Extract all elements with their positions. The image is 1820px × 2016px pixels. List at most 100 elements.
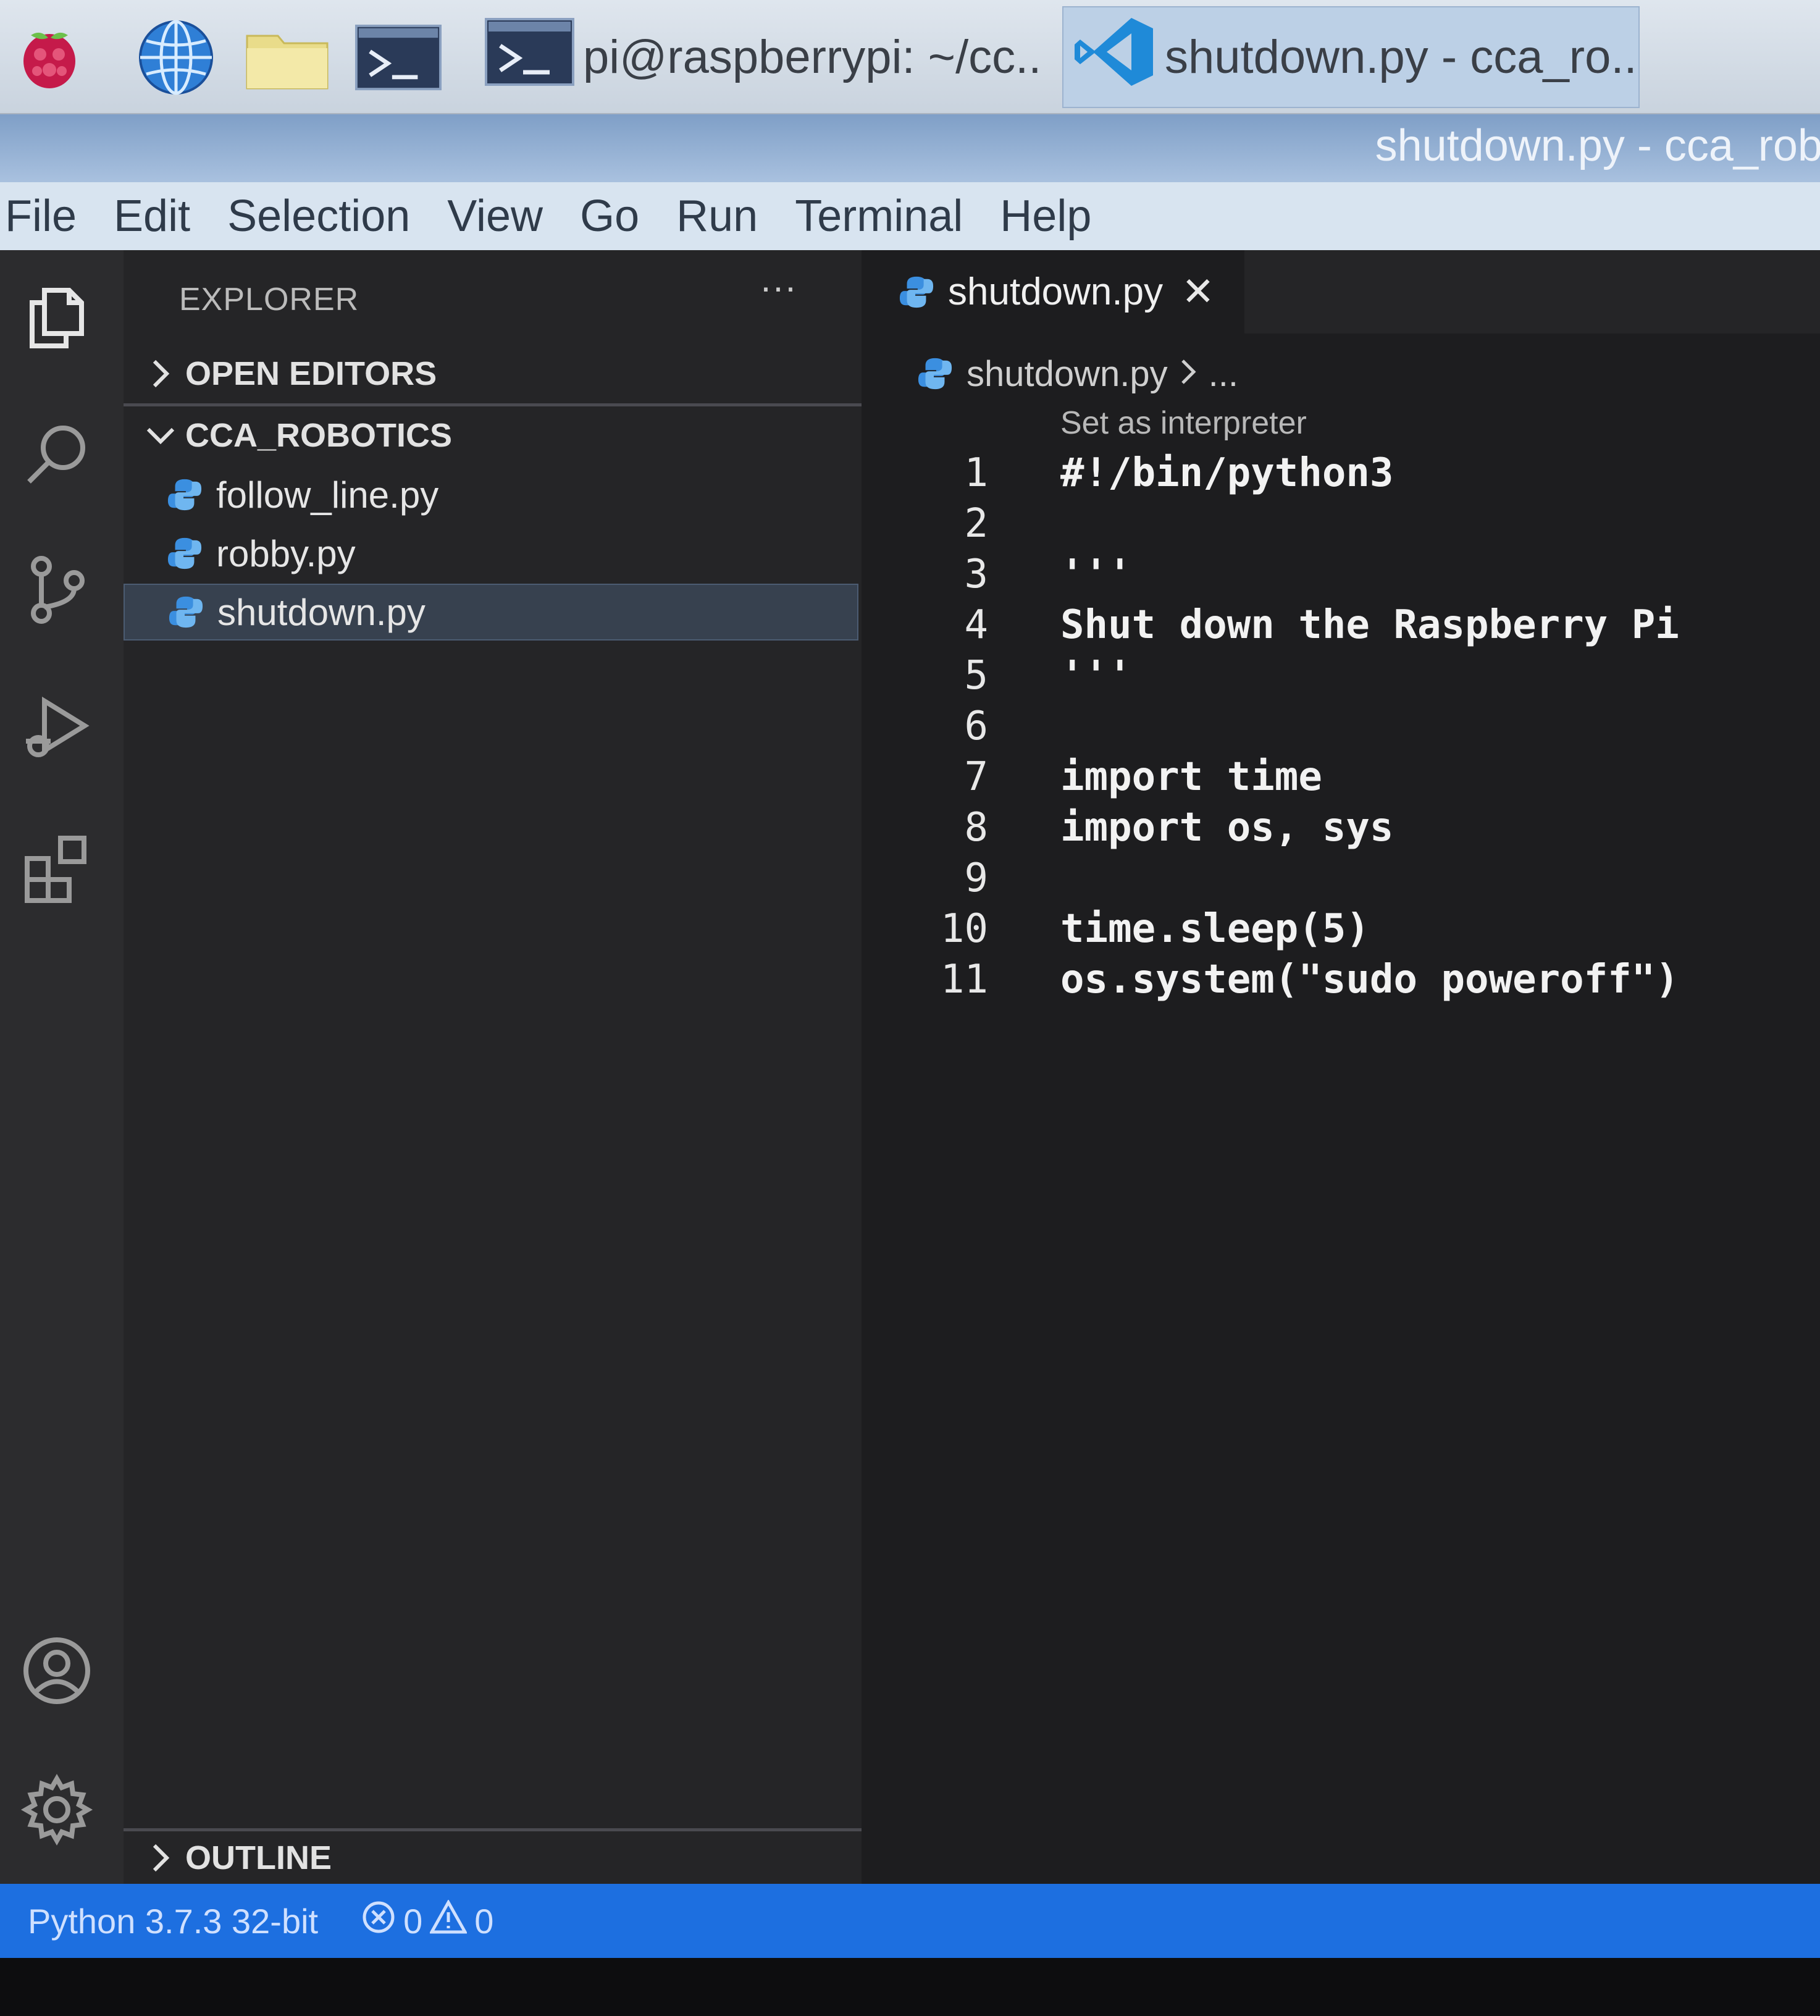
code-line: 6 (862, 701, 1820, 752)
line-number: 10 (940, 906, 988, 952)
line-text: #!/bin/python3 (1060, 450, 1394, 496)
line-number: 5 (964, 653, 988, 699)
file-name: shutdown.py (217, 591, 426, 633)
chevron-right-icon (142, 355, 179, 392)
line-number: 7 (964, 754, 988, 800)
line-number: 8 (964, 805, 988, 850)
taskbar-task-label: shutdown.py - cca_ro... (1165, 31, 1640, 83)
menu-help[interactable]: Help (1000, 191, 1091, 242)
vscode-logo-icon (1073, 15, 1156, 100)
breadcrumb-file[interactable]: shutdown.py (967, 353, 1168, 395)
taskbar-task-label: pi@raspberrypi: ~/cc... (583, 31, 1041, 83)
code-line: 5 ''' (862, 650, 1820, 701)
code-line: 11 os.system("sudo poweroff") (862, 954, 1820, 1005)
open-editors-label: OPEN EDITORS (185, 355, 437, 392)
line-number: 3 (964, 552, 988, 597)
warning-icon (429, 1899, 468, 1942)
outline-section[interactable]: OUTLINE (124, 1828, 862, 1884)
section-divider (124, 403, 862, 406)
file-manager-folder-icon[interactable] (244, 19, 330, 96)
code-line: 4 Shut down the Raspberry Pi (862, 600, 1820, 650)
line-text: Shut down the Raspberry Pi (1060, 602, 1679, 648)
menu-edit[interactable]: Edit (114, 191, 190, 242)
menu-selection[interactable]: Selection (227, 191, 410, 242)
file-item-robby[interactable]: robby.py (124, 525, 858, 582)
file-item-shutdown[interactable]: shutdown.py (124, 584, 858, 640)
line-text: import time (1060, 754, 1322, 800)
line-number: 2 (964, 501, 988, 547)
terminal-icon (485, 17, 574, 97)
python-file-icon (169, 596, 203, 628)
line-number: 4 (964, 602, 988, 648)
breadcrumb: shutdown.py ... (917, 346, 1238, 401)
chevron-down-icon (142, 417, 179, 454)
code-line: 7 import time (862, 752, 1820, 802)
line-text: import os, sys (1060, 805, 1394, 850)
menu-file[interactable]: File (5, 191, 77, 242)
raspberry-menu-icon[interactable] (6, 19, 93, 96)
file-item-follow-line[interactable]: follow_line.py (124, 466, 858, 523)
codelens-set-interpreter[interactable]: Set as interpreter (1060, 405, 1307, 442)
line-number: 6 (964, 704, 988, 749)
code-line: 8 import os, sys (862, 802, 1820, 853)
menu-bar: File Edit Selection View Go Run Terminal… (0, 182, 1820, 250)
editor-pane: shutdown.py ✕ shutdown.py ... Set as int… (862, 250, 1820, 1884)
python-file-icon (167, 537, 202, 569)
python-file-icon (899, 276, 934, 308)
more-actions-button[interactable]: ··· (760, 266, 797, 308)
tab-label: shutdown.py (948, 271, 1164, 313)
activity-bar (0, 250, 124, 1884)
line-text: time.sleep(5) (1060, 906, 1370, 952)
run-debug-icon[interactable] (14, 686, 100, 772)
line-number: 1 (964, 450, 988, 496)
line-number: 11 (940, 957, 988, 1002)
code-line: 2 (862, 498, 1820, 549)
menu-terminal[interactable]: Terminal (795, 191, 963, 242)
source-control-icon[interactable] (14, 547, 100, 633)
python-interpreter-status[interactable]: Python 3.7.3 32-bit (28, 1901, 318, 1941)
problems-status[interactable]: 0 0 (361, 1899, 494, 1942)
python-file-icon (167, 479, 202, 511)
os-taskbar: pi@raspberrypi: ~/cc... shutdown.py - cc… (0, 0, 1820, 114)
status-bar: Python 3.7.3 32-bit 0 0 (0, 1884, 1820, 1958)
explorer-sidebar: EXPLORER ··· OPEN EDITORS CCA_ROBOTICS f… (124, 250, 862, 1884)
explorer-title: EXPLORER (179, 282, 359, 317)
explorer-files-icon[interactable] (14, 275, 100, 361)
browser-globe-icon[interactable] (133, 19, 219, 96)
menu-run[interactable]: Run (676, 191, 758, 242)
terminal-icon[interactable] (355, 19, 442, 96)
close-icon[interactable]: ✕ (1181, 269, 1215, 315)
account-icon[interactable] (14, 1628, 100, 1714)
search-icon[interactable] (14, 414, 100, 500)
outline-label: OUTLINE (185, 1839, 332, 1876)
chevron-right-icon (1179, 353, 1197, 395)
window-titlebar[interactable]: shutdown.py - cca_robc (0, 114, 1820, 182)
chevron-right-icon (142, 1839, 179, 1876)
folder-section[interactable]: CCA_ROBOTICS (142, 411, 452, 460)
file-name: follow_line.py (216, 474, 439, 516)
line-number: 9 (964, 855, 988, 901)
tab-shutdown-py[interactable]: shutdown.py ✕ (862, 250, 1244, 334)
python-file-icon (918, 358, 952, 390)
open-editors-section[interactable]: OPEN EDITORS (142, 349, 437, 398)
editor-tabs: shutdown.py ✕ (862, 250, 1820, 334)
file-name: robby.py (216, 532, 356, 574)
taskbar-task-terminal[interactable]: pi@raspberrypi: ~/cc... (485, 6, 1041, 108)
menu-go[interactable]: Go (580, 191, 639, 242)
warning-count: 0 (474, 1901, 494, 1941)
os-bottom-edge (0, 1958, 1820, 2016)
line-text: ''' (1060, 653, 1132, 699)
code-line: 3 ''' (862, 549, 1820, 600)
code-area[interactable]: 1 #!/bin/python3 2 3 ''' 4 Shut down the Ra… (862, 448, 1820, 1005)
code-line: 10 time.sleep(5) (862, 904, 1820, 954)
taskbar-task-vscode[interactable]: shutdown.py - cca_ro... (1062, 6, 1640, 108)
menu-view[interactable]: View (447, 191, 543, 242)
line-text: ''' (1060, 552, 1132, 597)
extensions-icon[interactable] (14, 825, 100, 911)
breadcrumb-symbol[interactable]: ... (1209, 353, 1238, 395)
folder-label: CCA_ROBOTICS (185, 417, 453, 454)
error-count: 0 (403, 1901, 423, 1941)
error-icon (361, 1900, 396, 1942)
window-title: shutdown.py - cca_robc (1375, 121, 1820, 170)
settings-gear-icon[interactable] (14, 1766, 100, 1853)
